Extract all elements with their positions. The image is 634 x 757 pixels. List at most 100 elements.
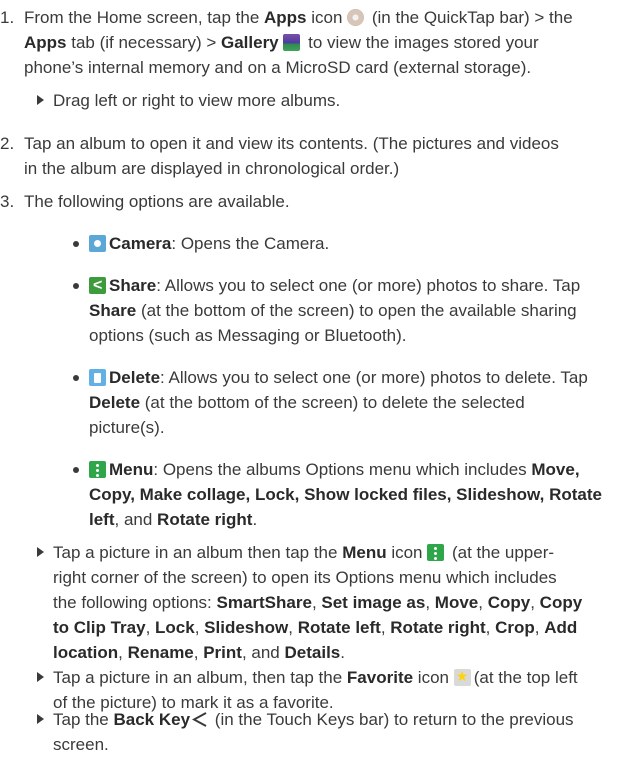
option-desc: (at the bottom of the screen) to open th… xyxy=(136,301,577,320)
step-number: 3. xyxy=(0,192,15,211)
option-item: Lock xyxy=(155,618,195,637)
star-icon xyxy=(453,664,471,689)
text-run: , xyxy=(194,618,205,637)
apps-tab-label: Apps xyxy=(24,33,67,52)
text-run: Tap the xyxy=(53,710,114,729)
text-run: (at the upper- xyxy=(447,543,555,562)
menu-label: Menu xyxy=(342,543,387,562)
text-run: , xyxy=(425,593,435,612)
text-line: The following options are available. xyxy=(24,192,290,211)
text-run: , and xyxy=(114,510,158,529)
text-run: , xyxy=(380,618,391,637)
apps-label: Apps xyxy=(264,8,307,27)
option-item: left xyxy=(89,510,115,529)
text-run: , and xyxy=(241,643,285,662)
step-text: The following options are available. xyxy=(24,189,630,214)
arrow-bullet-icon xyxy=(37,672,44,682)
text-run: to view the images stored your xyxy=(303,33,539,52)
bullet-dot xyxy=(73,467,79,473)
text-run: Tap a picture in an album then tap the xyxy=(53,543,343,562)
share-icon xyxy=(89,273,106,298)
text-run: icon xyxy=(306,8,348,27)
share-label: Share xyxy=(89,301,137,320)
text-run: From the Home screen, tap the xyxy=(24,8,264,27)
text-line: Tap an album to open it and view its con… xyxy=(24,134,559,153)
option-item: to Clip Tray xyxy=(53,618,146,637)
bullet-dot xyxy=(73,241,79,247)
text-run: , xyxy=(118,643,128,662)
text-line: in the album are displayed in chronologi… xyxy=(24,159,400,178)
gallery-label: Gallery xyxy=(220,33,279,52)
text-run: , xyxy=(311,593,322,612)
option-desc: : Allows you to select one (or more) pho… xyxy=(156,276,581,295)
text-run: , xyxy=(193,643,204,662)
option-item: Rotate left xyxy=(297,618,381,637)
option-item: Copy xyxy=(487,593,531,612)
text-run: (in the Touch Keys bar) to return to the… xyxy=(210,710,574,729)
text-run: , xyxy=(478,593,488,612)
note-text: Drag left or right to view more albums. xyxy=(53,91,341,110)
text-line: phone’s internal memory and on a MicroSD… xyxy=(24,58,532,77)
option-item: Move xyxy=(434,593,479,612)
manual-page: 1. From the Home screen, tap the Apps ic… xyxy=(0,0,634,754)
option-item: Slideshow xyxy=(204,618,289,637)
option-item: Rename xyxy=(127,643,194,662)
option-item: Copy xyxy=(539,593,583,612)
bullet-dot xyxy=(73,283,79,289)
menu-label: Menu xyxy=(109,460,154,479)
option-item: Move, xyxy=(531,460,580,479)
option-desc: : Allows you to select one (or more) pho… xyxy=(160,368,588,387)
step-number: 1. xyxy=(0,8,15,27)
step-number: 2. xyxy=(0,134,15,153)
step-text: From the Home screen, tap the Apps icon … xyxy=(24,5,630,80)
step-text: Tap an album to open it and view its con… xyxy=(24,131,630,181)
text-run: tab (if necessary) > xyxy=(66,33,221,52)
option-item: Set image as xyxy=(321,593,426,612)
option-item: Details xyxy=(284,643,341,662)
option-items: Copy, Make collage, Lock, Show locked fi… xyxy=(89,485,602,504)
back-key-label: Back Key xyxy=(113,710,191,729)
arrow-bullet-icon xyxy=(37,547,44,557)
text-line: screen. xyxy=(53,735,109,754)
camera-icon xyxy=(89,235,106,252)
menu-icon xyxy=(89,461,106,478)
camera-label: Camera xyxy=(109,234,172,253)
option-desc: : Opens the Camera. xyxy=(171,234,330,253)
text-run: (at the top left xyxy=(473,668,578,687)
option-desc: (at the bottom of the screen) to delete … xyxy=(140,393,525,412)
arrow-bullet-icon xyxy=(37,95,44,105)
text-line: right corner of the screen) to open its … xyxy=(53,568,557,587)
option-item: Rotate right xyxy=(390,618,486,637)
text-run: (in the QuickTap bar) > the xyxy=(367,8,573,27)
text-run: the following options: xyxy=(53,593,217,612)
text-run: , xyxy=(534,618,545,637)
delete-label: Delete xyxy=(109,368,161,387)
apps-icon xyxy=(347,9,365,26)
option-item: Rotate right xyxy=(157,510,253,529)
text-run: , xyxy=(145,618,156,637)
arrow-bullet-icon xyxy=(37,714,44,724)
text-run: Tap a picture in an album, then tap the xyxy=(53,668,347,687)
delete-label: Delete xyxy=(89,393,141,412)
option-desc: picture(s). xyxy=(89,418,165,437)
option-desc: : Opens the albums Options menu which in… xyxy=(153,460,532,479)
option-item: Print xyxy=(203,643,242,662)
text-run: , xyxy=(288,618,298,637)
text-run: . xyxy=(252,510,258,529)
text-run: icon xyxy=(413,668,454,687)
gallery-icon xyxy=(283,34,301,51)
option-item: Crop xyxy=(495,618,535,637)
text-run: icon xyxy=(386,543,428,562)
option-item: SmartShare xyxy=(216,593,312,612)
text-run: , xyxy=(485,618,496,637)
back-arrow-icon xyxy=(192,712,207,727)
share-label: Share xyxy=(109,276,157,295)
trash-icon xyxy=(89,369,106,386)
option-desc: options (such as Messaging or Bluetooth)… xyxy=(89,326,407,345)
text-run: , xyxy=(530,593,540,612)
bullet-dot xyxy=(73,375,79,381)
option-item: Add xyxy=(544,618,578,637)
option-item: location xyxy=(53,643,119,662)
favorite-label: Favorite xyxy=(346,668,414,687)
menu-icon xyxy=(427,544,445,561)
